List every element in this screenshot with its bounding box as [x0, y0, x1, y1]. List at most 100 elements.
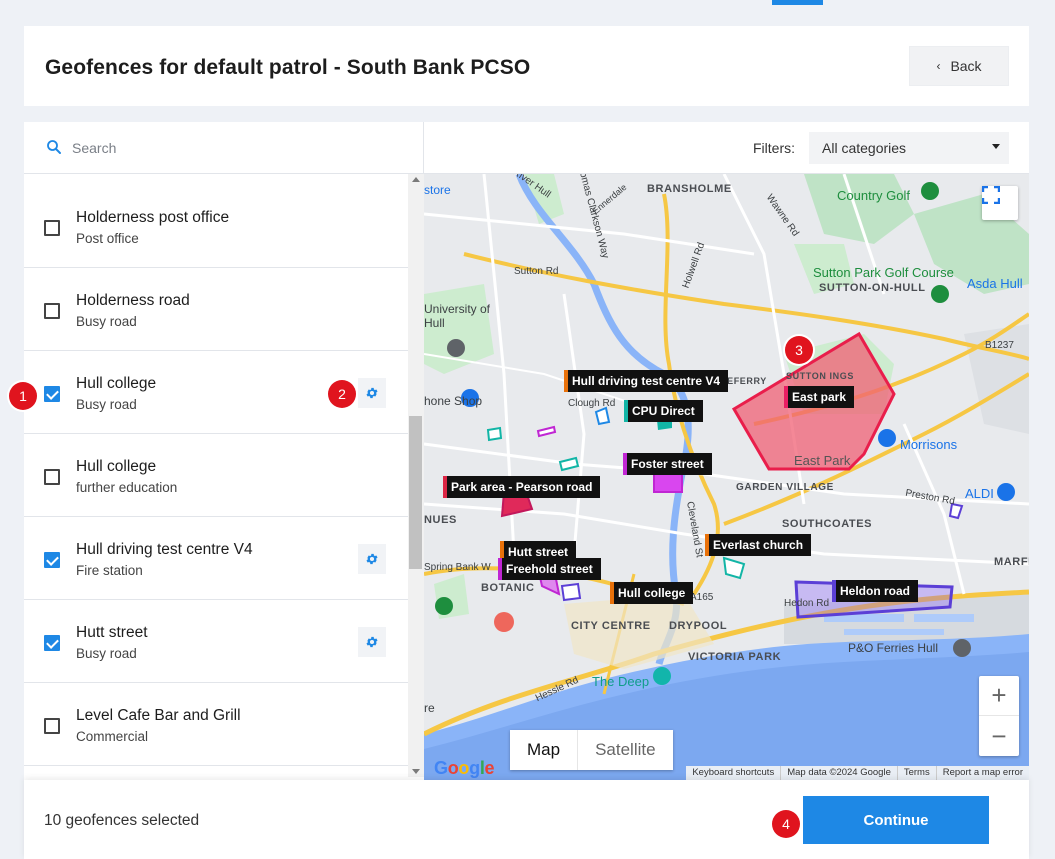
geofence-name: Level Cafe Bar and Grill [76, 707, 241, 724]
checkbox-checked[interactable] [44, 552, 60, 568]
map-type-control: Map Satellite [510, 730, 673, 770]
category-filter-select[interactable]: All categories [809, 132, 1009, 164]
geofence-settings-button[interactable] [358, 544, 386, 574]
geofence-tag[interactable]: East park [784, 386, 855, 408]
footer-bar: 10 geofences selected Continue [24, 780, 1029, 859]
map-label: Clough Rd [568, 398, 616, 409]
geofence-tag[interactable]: Park area - Pearson road [443, 476, 601, 498]
map-label: SOUTHCOATES [782, 518, 873, 530]
gear-icon [366, 387, 378, 399]
keyboard-shortcuts-link[interactable]: Keyboard shortcuts [686, 766, 780, 780]
map-label: BRANSHOLME [647, 183, 732, 195]
geofence-name: Hull college [76, 458, 157, 475]
geofence-settings-button[interactable] [358, 378, 386, 408]
geofence-category: further education [76, 480, 178, 495]
geofence-category: Busy road [76, 646, 137, 661]
geofence-category: Commercial [76, 729, 149, 744]
geofence-tag[interactable]: Foster street [623, 453, 712, 475]
back-button[interactable]: ‹ Back [909, 46, 1009, 86]
step-marker-2: 2 [328, 380, 356, 408]
map-label: B1237 [985, 340, 1014, 351]
map-label: Spring Bank W [424, 562, 491, 573]
selected-count: 10 geofences selected [44, 812, 200, 829]
geofence-list: Holderness post office Post office Holde… [24, 174, 408, 777]
search-box [24, 122, 424, 174]
back-label: Back [950, 58, 982, 74]
zoom-in-button[interactable]: + [979, 676, 1019, 716]
geofence-name: Holderness road [76, 292, 190, 309]
scroll-up-arrow-icon[interactable] [412, 177, 420, 182]
checkbox[interactable] [44, 469, 60, 485]
map-label: East Park [794, 453, 851, 468]
page-title: Geofences for default patrol - South Ban… [45, 56, 531, 79]
geofence-tag[interactable]: Everlast church [705, 534, 812, 556]
fullscreen-icon [982, 186, 1000, 204]
map-label: VICTORIA PARK [688, 651, 782, 663]
category-filter-value: All categories [822, 140, 907, 156]
step-marker-1: 1 [9, 382, 37, 410]
geofence-name: Hull driving test centre V4 [76, 541, 253, 558]
map-view[interactable]: BRANSHOLME SUTTON-ON-HULL Sutton Park Go… [424, 174, 1029, 780]
checkbox[interactable] [44, 220, 60, 236]
map-label: Morrisons [900, 437, 958, 452]
geofence-tag[interactable]: Hull college [610, 582, 694, 604]
filters-bar: Filters: All categories [424, 122, 1029, 174]
continue-button[interactable]: Continue [803, 796, 989, 844]
map-label: MARFL [994, 556, 1029, 568]
report-map-error-link[interactable]: Report a map error [935, 766, 1029, 780]
map-label: CITY CENTRE [571, 620, 651, 632]
geofence-tag[interactable]: CPU Direct [624, 400, 703, 422]
list-item[interactable]: Hutt street Busy road [24, 600, 408, 683]
terms-link[interactable]: Terms [896, 766, 936, 780]
geofence-tag[interactable]: Hull driving test centre V4 [564, 370, 729, 392]
checkbox-checked[interactable] [44, 635, 60, 651]
page-header: Geofences for default patrol - South Ban… [24, 26, 1029, 106]
list-item[interactable]: Level Cafe Bar and Grill Commercial [24, 683, 408, 766]
list-item[interactable]: Holderness road Busy road [24, 268, 408, 351]
geofence-category: Fire station [76, 563, 143, 578]
step-marker-4: 4 [772, 810, 800, 838]
geofence-name: Hutt street [76, 624, 148, 641]
geofence-name: Holderness post office [76, 209, 230, 226]
active-tab-indicator [772, 0, 823, 5]
map-label: SUTTON-ON-HULL [819, 282, 926, 294]
map-type-map-button[interactable]: Map [510, 730, 577, 770]
map-label: hone Shop [424, 394, 483, 408]
checkbox-checked[interactable] [44, 386, 60, 402]
map-data-text: Map data ©2024 Google [780, 766, 897, 780]
map-label: NUES [424, 514, 457, 526]
map-label: store [424, 183, 451, 197]
map-label: DRYPOOL [669, 620, 728, 632]
list-item[interactable]: Holderness post office Post office [24, 185, 408, 268]
geofence-tag[interactable]: Freehold street [498, 558, 601, 580]
list-item[interactable]: Hull college further education [24, 434, 408, 517]
map-attribution: Keyboard shortcuts Map data ©2024 Google… [686, 766, 1029, 780]
search-icon [47, 140, 61, 154]
map-label: ALDI [965, 486, 994, 501]
list-item[interactable]: Hull driving test centre V4 Fire station [24, 517, 408, 600]
map-type-satellite-button[interactable]: Satellite [577, 730, 672, 770]
geofence-category: Busy road [76, 314, 137, 329]
list-scrollbar[interactable] [408, 174, 424, 777]
geofence-category: Busy road [76, 397, 137, 412]
map-label: University of Hull [424, 302, 491, 330]
chevron-left-icon: ‹ [936, 59, 941, 73]
geofence-settings-button[interactable] [358, 627, 386, 657]
scroll-down-arrow-icon[interactable] [412, 769, 420, 774]
search-input[interactable] [72, 136, 392, 160]
zoom-out-button[interactable]: − [979, 716, 1019, 756]
fullscreen-button[interactable] [982, 186, 1018, 220]
map-label: Country Golf [837, 188, 910, 203]
scrollbar-thumb[interactable] [409, 416, 422, 569]
map-label: Sutton Rd [514, 266, 559, 277]
map-label: Hedon Rd [784, 598, 830, 609]
checkbox[interactable] [44, 303, 60, 319]
geofence-tag[interactable]: Heldon road [832, 580, 919, 602]
map-label: GARDEN VILLAGE [736, 482, 834, 493]
checkbox[interactable] [44, 718, 60, 734]
gear-icon [366, 636, 378, 648]
step-marker-3: 3 [785, 336, 813, 364]
caret-down-icon [992, 144, 1000, 149]
zoom-control: + − [979, 676, 1019, 756]
map-label: Sutton Park Golf Course [813, 265, 954, 280]
